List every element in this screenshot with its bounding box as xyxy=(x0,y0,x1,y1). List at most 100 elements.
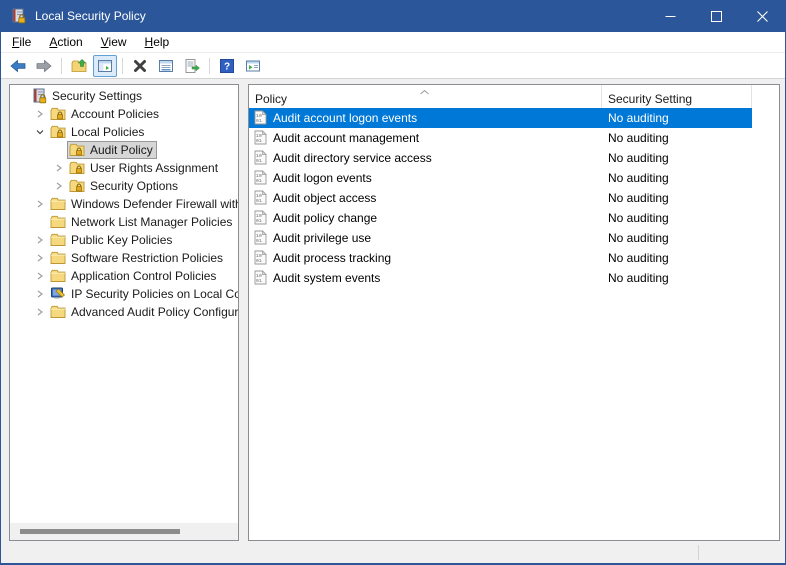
maximize-button[interactable] xyxy=(693,0,739,32)
tree-item-network-list-manager-policies[interactable]: Network List Manager Policies xyxy=(10,213,238,231)
menu-file[interactable]: File xyxy=(3,33,40,51)
delete-icon[interactable] xyxy=(128,55,152,77)
tree-horizontal-scrollbar[interactable] xyxy=(10,523,238,540)
policy-row-audit-process-tracking[interactable]: 1001 Audit process tracking No auditing xyxy=(249,248,752,268)
help-icon[interactable]: ? xyxy=(215,55,239,77)
up-one-level-icon[interactable] xyxy=(67,55,91,77)
tree-item-label: Advanced Audit Policy Configuration xyxy=(71,305,238,319)
column-header-security-setting[interactable]: Security Setting xyxy=(602,85,752,108)
minimize-button[interactable] xyxy=(647,0,693,32)
expander-collapsed-icon[interactable] xyxy=(32,196,48,212)
expander-collapsed-icon[interactable] xyxy=(32,286,48,302)
policy-row-audit-directory-service-access[interactable]: 1001Audit directory service accessNo aud… xyxy=(249,148,752,168)
svg-text:01: 01 xyxy=(256,118,262,124)
tree-item-label: Security Options xyxy=(90,179,178,193)
policy-document-icon: 1001 xyxy=(254,170,267,185)
policy-row-audit-object-access[interactable]: 1001Audit object accessNo auditing xyxy=(249,188,752,208)
tree-item-security-settings[interactable]: Security Settings xyxy=(10,87,238,105)
tree-item-windows-defender-firewall-with-adva[interactable]: Windows Defender Firewall with Adva xyxy=(10,195,238,213)
tree-item-account-policies[interactable]: Account Policies xyxy=(10,105,238,123)
folder-lock-icon xyxy=(69,160,85,176)
menu-view[interactable]: View xyxy=(92,33,136,51)
tree-item-advanced-audit-policy-configuration[interactable]: Advanced Audit Policy Configuration xyxy=(10,303,238,321)
export-list-icon[interactable] xyxy=(180,55,204,77)
tree-item-label: Software Restriction Policies xyxy=(71,251,223,265)
folder-icon xyxy=(50,268,66,284)
toolbar-separator xyxy=(61,58,62,74)
security-setting-value: No auditing xyxy=(608,191,669,205)
tree-item-security-options[interactable]: Security Options xyxy=(10,177,238,195)
expander-collapsed-icon[interactable] xyxy=(32,268,48,284)
menu-help[interactable]: Help xyxy=(136,33,179,51)
tree-item-application-control-policies[interactable]: Application Control Policies xyxy=(10,267,238,285)
svg-text:01: 01 xyxy=(256,138,262,144)
policy-name: Audit account logon events xyxy=(273,111,417,125)
console-tree-pane: Security Settings Account Policies Local P… xyxy=(9,84,239,541)
menu-action[interactable]: Action xyxy=(40,33,91,51)
svg-text:01: 01 xyxy=(256,198,262,204)
expander-collapsed-icon[interactable] xyxy=(51,178,67,194)
tree-item-audit-policy[interactable]: Audit Policy xyxy=(10,141,238,159)
svg-text:01: 01 xyxy=(256,218,262,224)
policy-document-icon: 1001 xyxy=(254,270,267,285)
security-setting-value: No auditing xyxy=(608,271,669,285)
tree-item-label: Public Key Policies xyxy=(71,233,172,247)
app-icon xyxy=(10,8,26,24)
back-icon[interactable] xyxy=(6,55,30,77)
forward-icon[interactable] xyxy=(32,55,56,77)
expander-expanded-icon[interactable] xyxy=(32,124,48,140)
tree-item-public-key-policies[interactable]: Public Key Policies xyxy=(10,231,238,249)
policy-rows: 1001 Audit account logon events No auditin… xyxy=(249,108,779,288)
policy-name: Audit logon events xyxy=(273,171,372,185)
expander-collapsed-icon[interactable] xyxy=(32,250,48,266)
policy-document-icon: 1001 xyxy=(254,230,267,245)
policy-row-audit-system-events[interactable]: 1001 Audit system events No auditing xyxy=(249,268,752,288)
new-window-icon[interactable] xyxy=(241,55,265,77)
properties-icon[interactable] xyxy=(154,55,178,77)
policy-name: Audit system events xyxy=(273,271,380,285)
security-setting-value: No auditing xyxy=(608,131,669,145)
policy-document-icon: 1001 xyxy=(254,210,267,225)
ipsec-icon xyxy=(50,286,66,302)
titlebar: Local Security Policy xyxy=(1,0,785,32)
toolbar-separator xyxy=(122,58,123,74)
policy-document-icon: 1001 xyxy=(254,130,267,145)
expander-spacer xyxy=(13,88,29,104)
policy-row-audit-account-logon-events[interactable]: 1001Audit account logon eventsNo auditin… xyxy=(249,108,752,128)
security-setting-value: No auditing xyxy=(608,111,669,125)
policy-name: Audit privilege use xyxy=(273,231,371,245)
folder-lock-icon xyxy=(69,142,85,158)
svg-text:01: 01 xyxy=(256,258,262,264)
policy-row-audit-account-management[interactable]: 1001Audit account managementNo auditing xyxy=(249,128,752,148)
tree-item-ip-security-policies-on-local-compute[interactable]: IP Security Policies on Local Compute xyxy=(10,285,238,303)
policy-document-icon: 1001 xyxy=(254,250,267,265)
close-button[interactable] xyxy=(739,0,785,32)
expander-collapsed-icon[interactable] xyxy=(32,232,48,248)
scrollbar-thumb[interactable] xyxy=(20,529,180,534)
expander-collapsed-icon[interactable] xyxy=(32,304,48,320)
tree-item-local-policies[interactable]: Local Policies xyxy=(10,123,238,141)
security-setting-value: No auditing xyxy=(608,211,669,225)
tree-item-label: Audit Policy xyxy=(90,143,153,157)
security-setting-value: No auditing xyxy=(608,171,669,185)
policy-name: Audit process tracking xyxy=(273,251,391,265)
show-hide-console-tree-icon[interactable] xyxy=(93,55,117,77)
tree-item-label: IP Security Policies on Local Compute xyxy=(71,287,238,301)
policy-row-audit-policy-change[interactable]: 1001Audit policy changeNo auditing xyxy=(249,208,752,228)
tree-item-label: Application Control Policies xyxy=(71,269,216,283)
policy-row-audit-privilege-use[interactable]: 1001 Audit privilege use No auditing xyxy=(249,228,752,248)
security-setting-value: No auditing xyxy=(608,231,669,245)
column-header-security-setting-label: Security Setting xyxy=(608,92,692,106)
tree-item-label: Account Policies xyxy=(71,107,159,121)
tree-item-label: Local Policies xyxy=(71,125,144,139)
expander-collapsed-icon[interactable] xyxy=(32,106,48,122)
tree-item-software-restriction-policies[interactable]: Software Restriction Policies xyxy=(10,249,238,267)
policy-row-audit-logon-events[interactable]: 1001 Audit logon events No auditing xyxy=(249,168,752,188)
column-header-policy-label: Policy xyxy=(255,92,287,106)
column-header-policy[interactable]: Policy xyxy=(249,85,602,108)
local-security-policy-window: Local Security Policy FileActionViewHelp xyxy=(0,0,786,565)
expander-collapsed-icon[interactable] xyxy=(51,160,67,176)
svg-text:01: 01 xyxy=(256,238,262,244)
security-setting-value: No auditing xyxy=(608,251,669,265)
tree-item-user-rights-assignment[interactable]: User Rights Assignment xyxy=(10,159,238,177)
